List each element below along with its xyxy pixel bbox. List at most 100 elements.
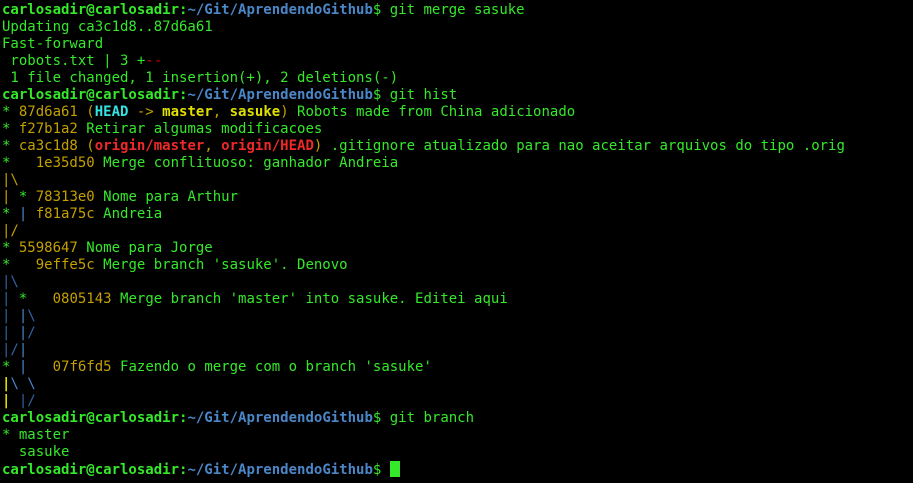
terminal-line: * 9effe5c Merge branch 'sasuke'. Denovo xyxy=(2,257,913,274)
terminal-text-segment: $ git hist xyxy=(372,87,458,103)
terminal-text-segment: ~/Git/AprendendoGithub xyxy=(187,462,373,478)
terminal-text-segment: origin/master xyxy=(94,138,205,154)
terminal-text-segment: * xyxy=(2,359,19,375)
terminal-text-segment: 1 file changed, 1 insertion(+), 2 deleti… xyxy=(2,70,399,86)
terminal-text-segment: |/ xyxy=(10,393,36,409)
terminal-text-segment: Andreia xyxy=(94,206,163,222)
terminal-line: * 1e35d50 Merge conflituoso: ganhador An… xyxy=(2,155,913,172)
terminal-line: Updating ca3c1d8..87d6a61 xyxy=(2,19,913,36)
terminal-text-segment: |/ xyxy=(2,223,19,239)
terminal-line: Fast-forward xyxy=(2,36,913,53)
terminal-text-segment: * master xyxy=(2,427,70,443)
terminal-line: carlosadir@carlosadir:~/Git/AprendendoGi… xyxy=(2,461,913,478)
terminal-line: * | 07f6fd5 Fazendo o merge com o branch… xyxy=(2,359,913,376)
terminal-text-segment: | xyxy=(18,206,36,222)
terminal-line: | |\ xyxy=(2,308,913,325)
terminal-text-segment: 1e35d50 xyxy=(35,155,95,171)
terminal-text-segment: ~/Git/AprendendoGithub xyxy=(187,2,373,18)
terminal-output[interactable]: carlosadir@carlosadir:~/Git/AprendendoGi… xyxy=(0,0,913,483)
terminal-line: |/| xyxy=(2,342,913,359)
terminal-text-segment: carlosadir@carlosadir xyxy=(2,2,180,18)
terminal-line: * | f81a75c Andreia xyxy=(2,206,913,223)
terminal-text-segment: carlosadir@carlosadir xyxy=(2,462,180,478)
terminal-text-segment: | xyxy=(18,342,28,358)
terminal-text-segment: * xyxy=(2,240,19,256)
terminal-text-segment: HEAD xyxy=(94,104,129,120)
terminal-text-segment: Merge branch 'master' into sasuke. Edite… xyxy=(111,291,508,307)
terminal-line: * master xyxy=(2,427,913,444)
terminal-text-segment: Updating ca3c1d8..87d6a61 xyxy=(2,19,213,35)
terminal-line: |\ \ xyxy=(2,376,913,393)
terminal-line: | * 0805143 Merge branch 'master' into s… xyxy=(2,291,913,308)
terminal-text-segment: ~/Git/AprendendoGithub xyxy=(187,410,373,426)
terminal-text-segment: | xyxy=(10,325,28,341)
terminal-text-segment: |\ xyxy=(2,172,19,188)
terminal-text-segment: -> xyxy=(128,104,163,120)
terminal-text-segment: Retirar algumas modificacoes xyxy=(77,121,323,137)
terminal-text-segment: * xyxy=(2,206,19,222)
terminal-text-segment: , xyxy=(212,104,230,120)
terminal-text-segment: 07f6fd5 xyxy=(52,359,112,375)
terminal-text-segment: * xyxy=(2,155,36,171)
terminal-text-segment: 0805143 xyxy=(52,291,112,307)
terminal-text-segment: \ \ xyxy=(10,376,36,392)
terminal-text-segment: |/ xyxy=(2,342,19,358)
terminal-text-segment: f81a75c xyxy=(35,206,95,222)
terminal-text-segment: / xyxy=(27,325,36,341)
terminal-line: * 87d6a61 (HEAD -> master, sasuke) Robot… xyxy=(2,104,913,121)
terminal-text-segment: * xyxy=(2,257,36,273)
terminal-line: | |/ xyxy=(2,325,913,342)
terminal-line: sasuke xyxy=(2,444,913,461)
terminal-text-segment: 78313e0 xyxy=(35,189,95,205)
terminal-text-segment: 5598647 xyxy=(18,240,78,256)
terminal-text-segment: robots.txt | 3 xyxy=(2,53,137,69)
terminal-text-segment: ~/Git/AprendendoGithub xyxy=(187,87,373,103)
terminal-text-segment: Nome para Arthur xyxy=(94,189,239,205)
terminal-text-segment: origin/HEAD xyxy=(221,138,314,154)
terminal-text-segment: |\ xyxy=(2,274,19,290)
terminal-text-segment: * xyxy=(10,189,36,205)
terminal-line: |\ xyxy=(2,274,913,291)
terminal-line: 1 file changed, 1 insertion(+), 2 deleti… xyxy=(2,70,913,87)
terminal-line: robots.txt | 3 +-- xyxy=(2,53,913,70)
terminal-line: * 5598647 Nome para Jorge xyxy=(2,240,913,257)
terminal-text-segment: ca3c1d8 xyxy=(18,138,78,154)
terminal-text-segment: Nome para Jorge xyxy=(77,240,213,256)
terminal-text-segment: sasuke xyxy=(229,104,281,120)
terminal-text-segment: 9effe5c xyxy=(35,257,95,273)
terminal-text-segment: Fast-forward xyxy=(2,36,104,52)
terminal-line: |/ xyxy=(2,223,913,240)
terminal-text-segment: * xyxy=(2,104,19,120)
terminal-text-segment: * xyxy=(10,291,53,307)
terminal-text-segment: * xyxy=(2,138,19,154)
terminal-text-segment: $ git branch xyxy=(372,410,475,426)
terminal-text-segment: Robots made from China adicionado xyxy=(288,104,576,120)
terminal-text-segment: * xyxy=(2,121,19,137)
terminal-text-segment: carlosadir@carlosadir xyxy=(2,410,180,426)
terminal-text-segment: \ xyxy=(27,308,36,324)
terminal-text-segment: master xyxy=(162,104,213,120)
terminal-line: |\ xyxy=(2,172,913,189)
terminal-text-segment: Merge conflituoso: ganhador Andreia xyxy=(94,155,399,171)
terminal-text-segment: Fazendo o merge com o branch 'sasuke' xyxy=(111,359,432,375)
terminal-text-segment: ( xyxy=(77,138,95,154)
terminal-text-segment: f27b1a2 xyxy=(18,121,78,137)
terminal-line: * f27b1a2 Retirar algumas modificacoes xyxy=(2,121,913,138)
cursor xyxy=(389,461,400,477)
terminal-line: carlosadir@carlosadir:~/Git/AprendendoGi… xyxy=(2,87,913,104)
terminal-text-segment: 87d6a61 xyxy=(18,104,78,120)
terminal-text-segment: ) xyxy=(280,104,289,120)
terminal-text-segment: sasuke xyxy=(2,444,70,460)
terminal-text-segment: , xyxy=(204,138,222,154)
terminal-text-segment: $ xyxy=(372,462,390,478)
terminal-line: carlosadir@carlosadir:~/Git/AprendendoGi… xyxy=(2,410,913,427)
terminal-text-segment: -- xyxy=(145,53,163,69)
terminal-text-segment: .gitignore atualizado para nao aceitar a… xyxy=(322,138,845,154)
terminal-text-segment: ( xyxy=(77,104,95,120)
terminal-text-segment: Merge branch 'sasuke'. Denovo xyxy=(94,257,348,273)
terminal-line: carlosadir@carlosadir:~/Git/AprendendoGi… xyxy=(2,2,913,19)
terminal-text-segment: $ git merge sasuke xyxy=(372,2,525,18)
terminal-line: | * 78313e0 Nome para Arthur xyxy=(2,189,913,206)
terminal-line: | |/ xyxy=(2,393,913,410)
